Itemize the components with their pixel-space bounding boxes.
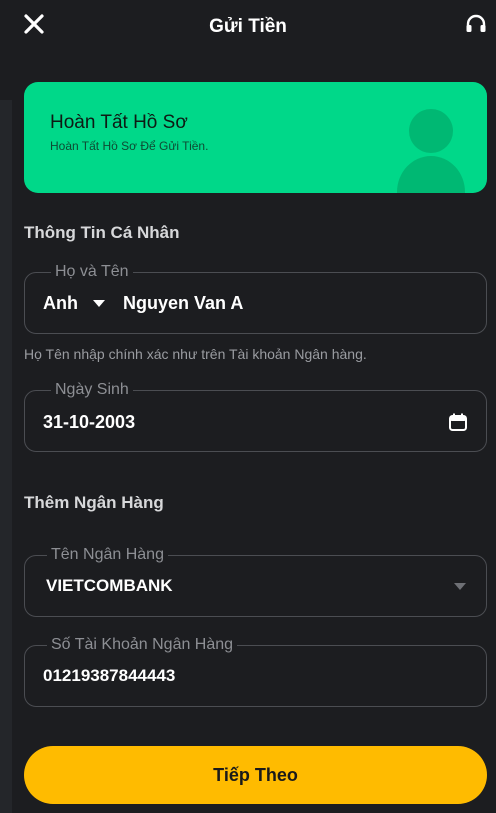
personal-info-heading: Thông Tin Cá Nhân [24, 223, 180, 242]
banner-subtitle: Hoàn Tất Hồ Sơ Để Gửi Tiền. [50, 139, 209, 153]
side-edge [0, 100, 12, 813]
account-number-label: Số Tài Khoản Ngân Hàng [47, 635, 238, 655]
headset-icon [466, 14, 486, 32]
banner-title: Hoàn Tất Hồ Sơ [50, 112, 188, 133]
name-helper-text: Họ Tên nhập chính xác như trên Tài khoản… [24, 346, 367, 362]
support-button[interactable] [464, 12, 488, 36]
title-select-value[interactable]: Anh [43, 293, 78, 314]
full-name-label: Họ và Tên [51, 262, 133, 282]
dob-label: Ngày Sinh [51, 380, 133, 400]
chevron-down-icon[interactable] [93, 300, 105, 308]
bank-name-select[interactable]: Tên Ngân Hàng VIETCOMBANK [24, 545, 487, 617]
dob-input[interactable]: 31-10-2003 [43, 412, 135, 433]
complete-profile-banner[interactable]: Hoàn Tất Hồ Sơ Hoàn Tất Hồ Sơ Để Gửi Tiề… [24, 82, 487, 193]
chevron-down-icon[interactable] [454, 583, 466, 591]
app-header: Gửi Tiền [0, 0, 496, 56]
bank-name-value: VIETCOMBANK [46, 576, 173, 595]
dob-field[interactable]: Ngày Sinh 31-10-2003 [24, 380, 487, 452]
full-name-input[interactable]: Nguyen Van A [123, 293, 243, 314]
full-name-field[interactable]: Họ và Tên Anh Nguyen Van A [24, 262, 487, 334]
account-number-field[interactable]: Số Tài Khoản Ngân Hàng 01219387844443 [24, 635, 487, 707]
add-bank-heading: Thêm Ngân Hàng [24, 493, 164, 512]
page-title: Gửi Tiền [209, 16, 287, 37]
calendar-icon[interactable] [448, 412, 468, 432]
account-number-input[interactable]: 01219387844443 [43, 666, 175, 686]
bank-name-label: Tên Ngân Hàng [47, 545, 168, 565]
user-avatar-icon [397, 109, 465, 193]
next-button[interactable]: Tiếp Theo [24, 746, 487, 804]
